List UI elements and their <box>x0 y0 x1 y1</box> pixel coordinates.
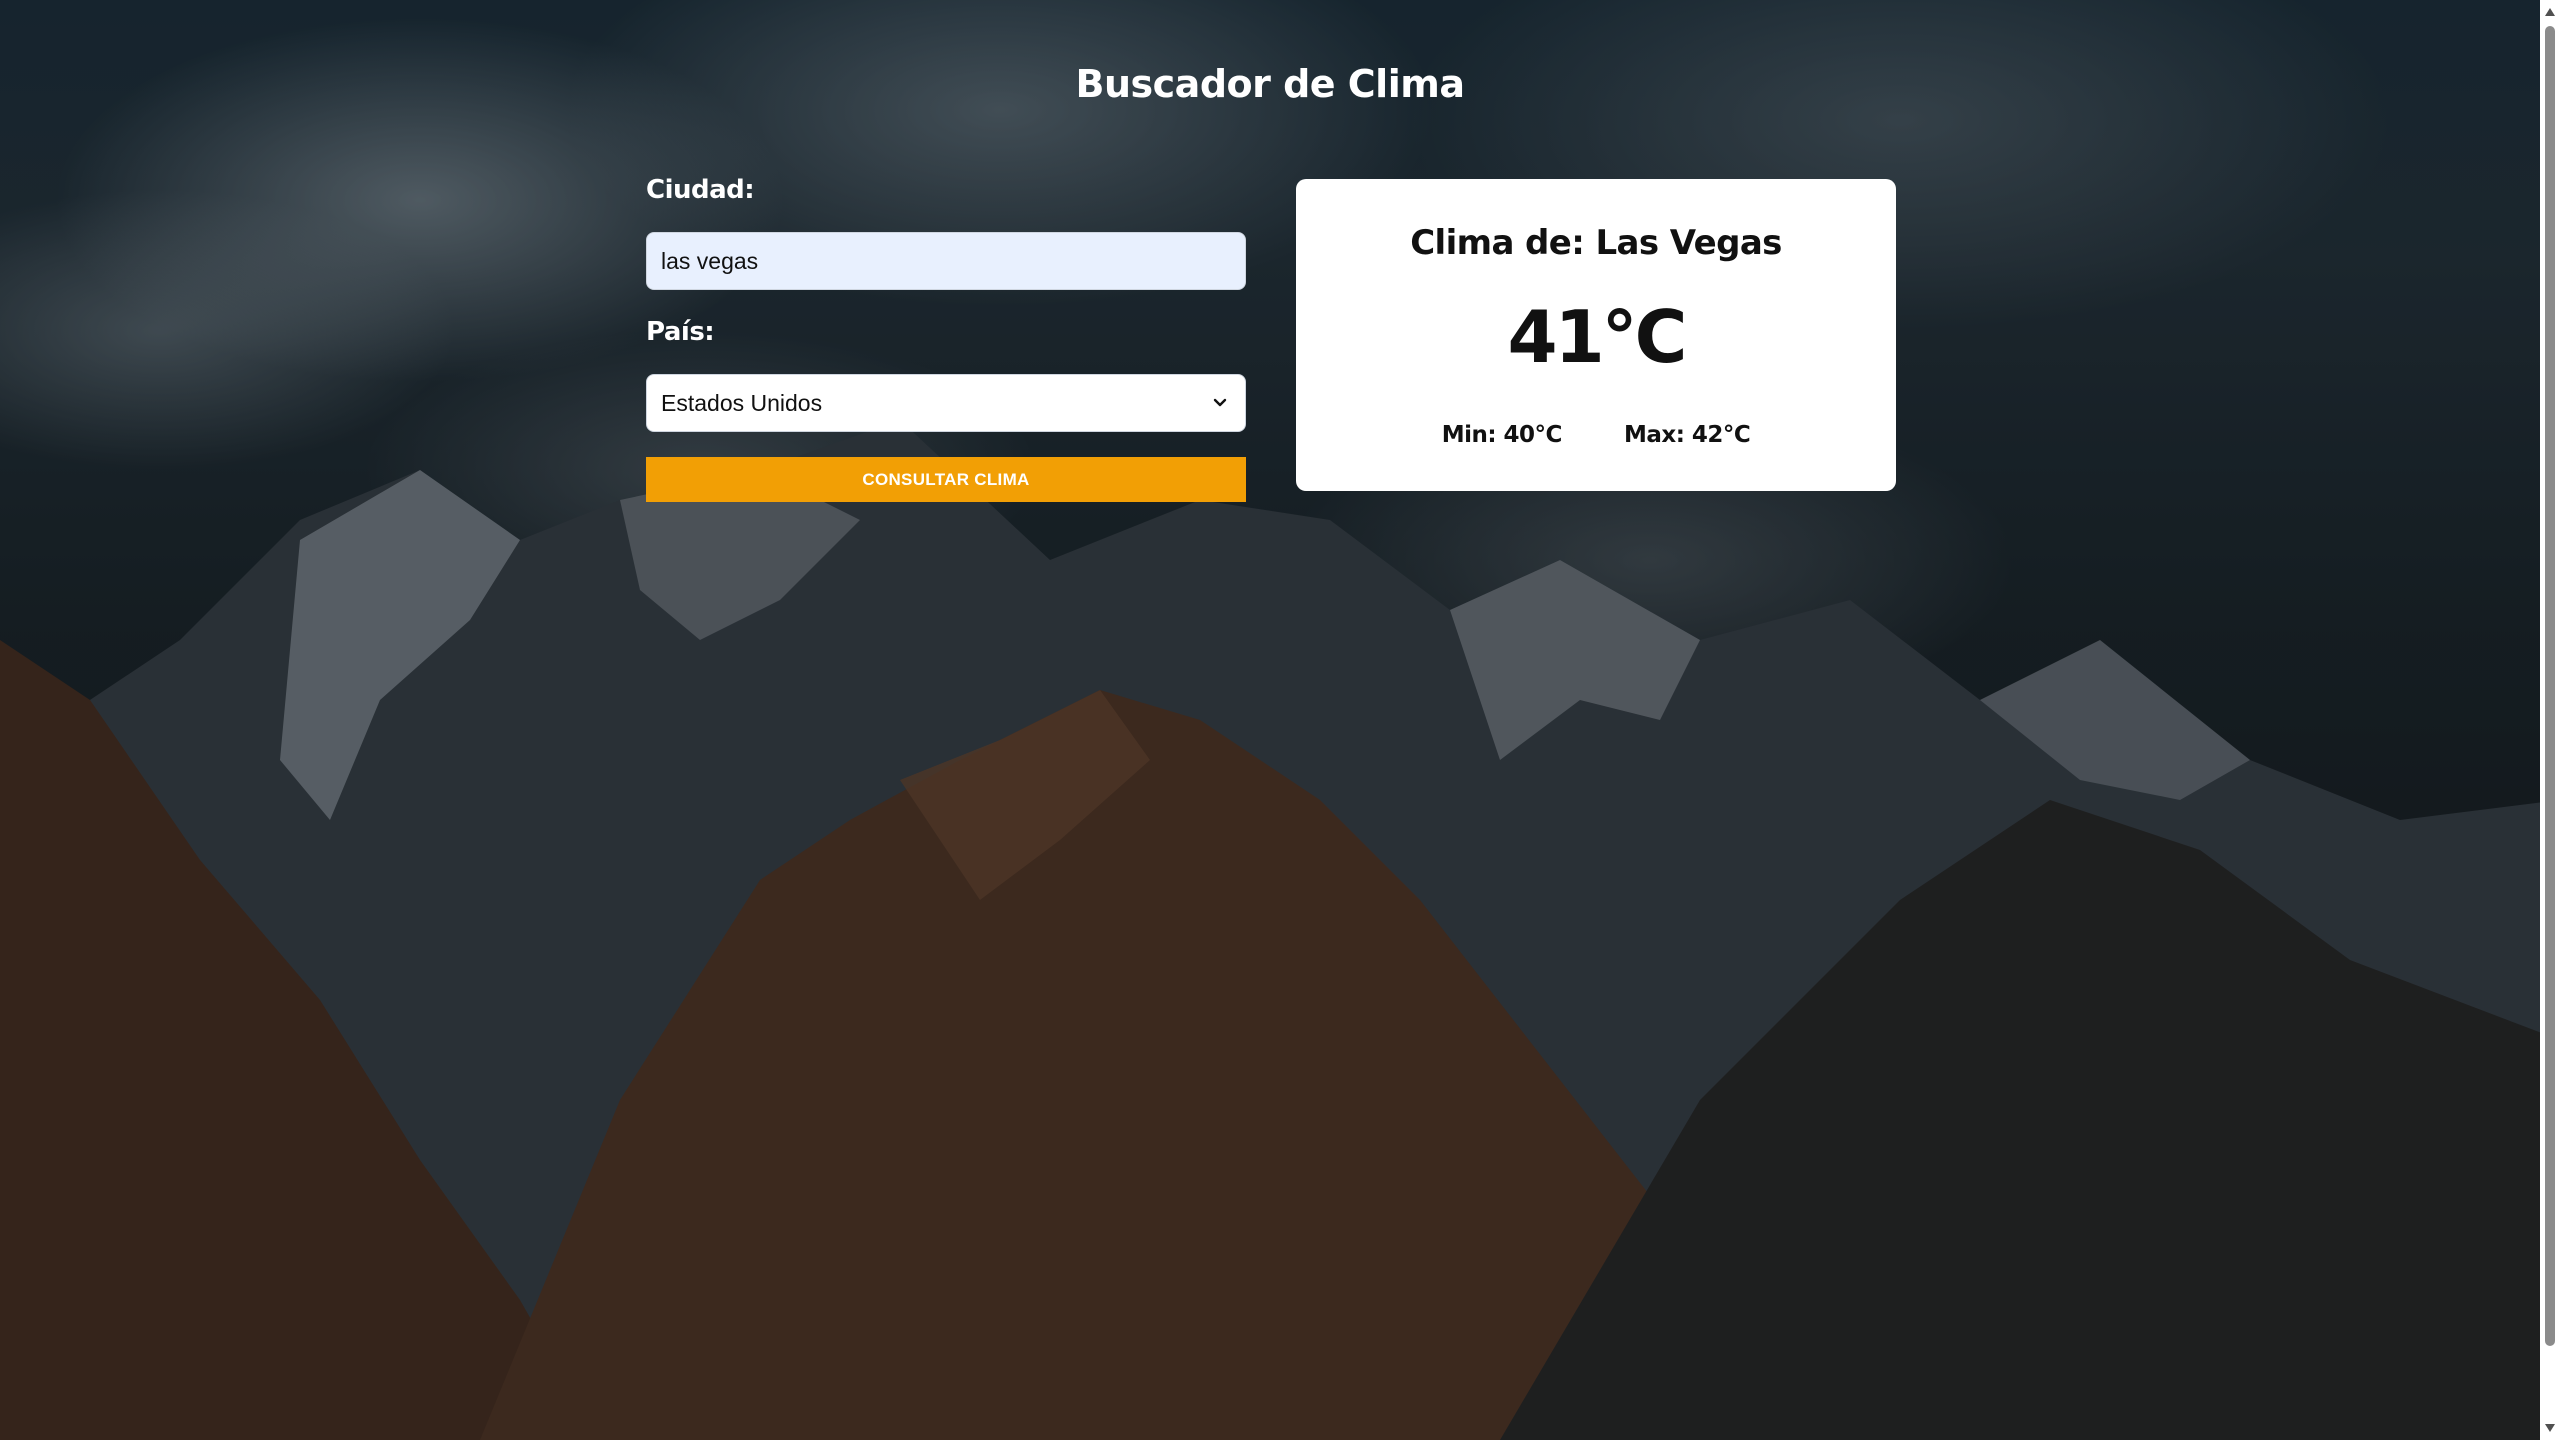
vertical-scrollbar[interactable] <box>2540 0 2560 1440</box>
city-label: Ciudad: <box>646 175 755 205</box>
country-select-value: Estados Unidos <box>661 389 823 416</box>
max-temperature: Max: 42°C <box>1623 422 1751 448</box>
background-image <box>0 0 2560 1440</box>
page-title: Buscador de Clima <box>1075 62 1465 106</box>
scrollbar-thumb[interactable] <box>2545 26 2555 1346</box>
country-select[interactable]: Estados Unidos <box>646 374 1246 432</box>
chevron-down-icon <box>1209 392 1231 414</box>
submit-button[interactable]: CONSULTAR CLIMA <box>646 457 1246 502</box>
dark-overlay <box>0 0 2560 1440</box>
result-title: Clima de: Las Vegas <box>1410 223 1782 263</box>
weather-result-card: Clima de: Las Vegas 41°C Min: 40°C Max: … <box>1296 179 1896 491</box>
temperature-range: Min: 40°C Max: 42°C <box>1296 422 1896 448</box>
scroll-up-arrow-icon[interactable] <box>2540 2 2560 22</box>
scroll-down-arrow-icon[interactable] <box>2540 1418 2560 1438</box>
weather-form: Ciudad: las vegas País: Estados Unidos C… <box>646 170 1246 502</box>
city-input-value: las vegas <box>661 247 759 274</box>
country-label: País: <box>646 317 715 347</box>
min-temperature: Min: 40°C <box>1441 422 1563 448</box>
current-temperature: 41°C <box>1507 295 1687 379</box>
city-input[interactable]: las vegas <box>646 232 1246 290</box>
